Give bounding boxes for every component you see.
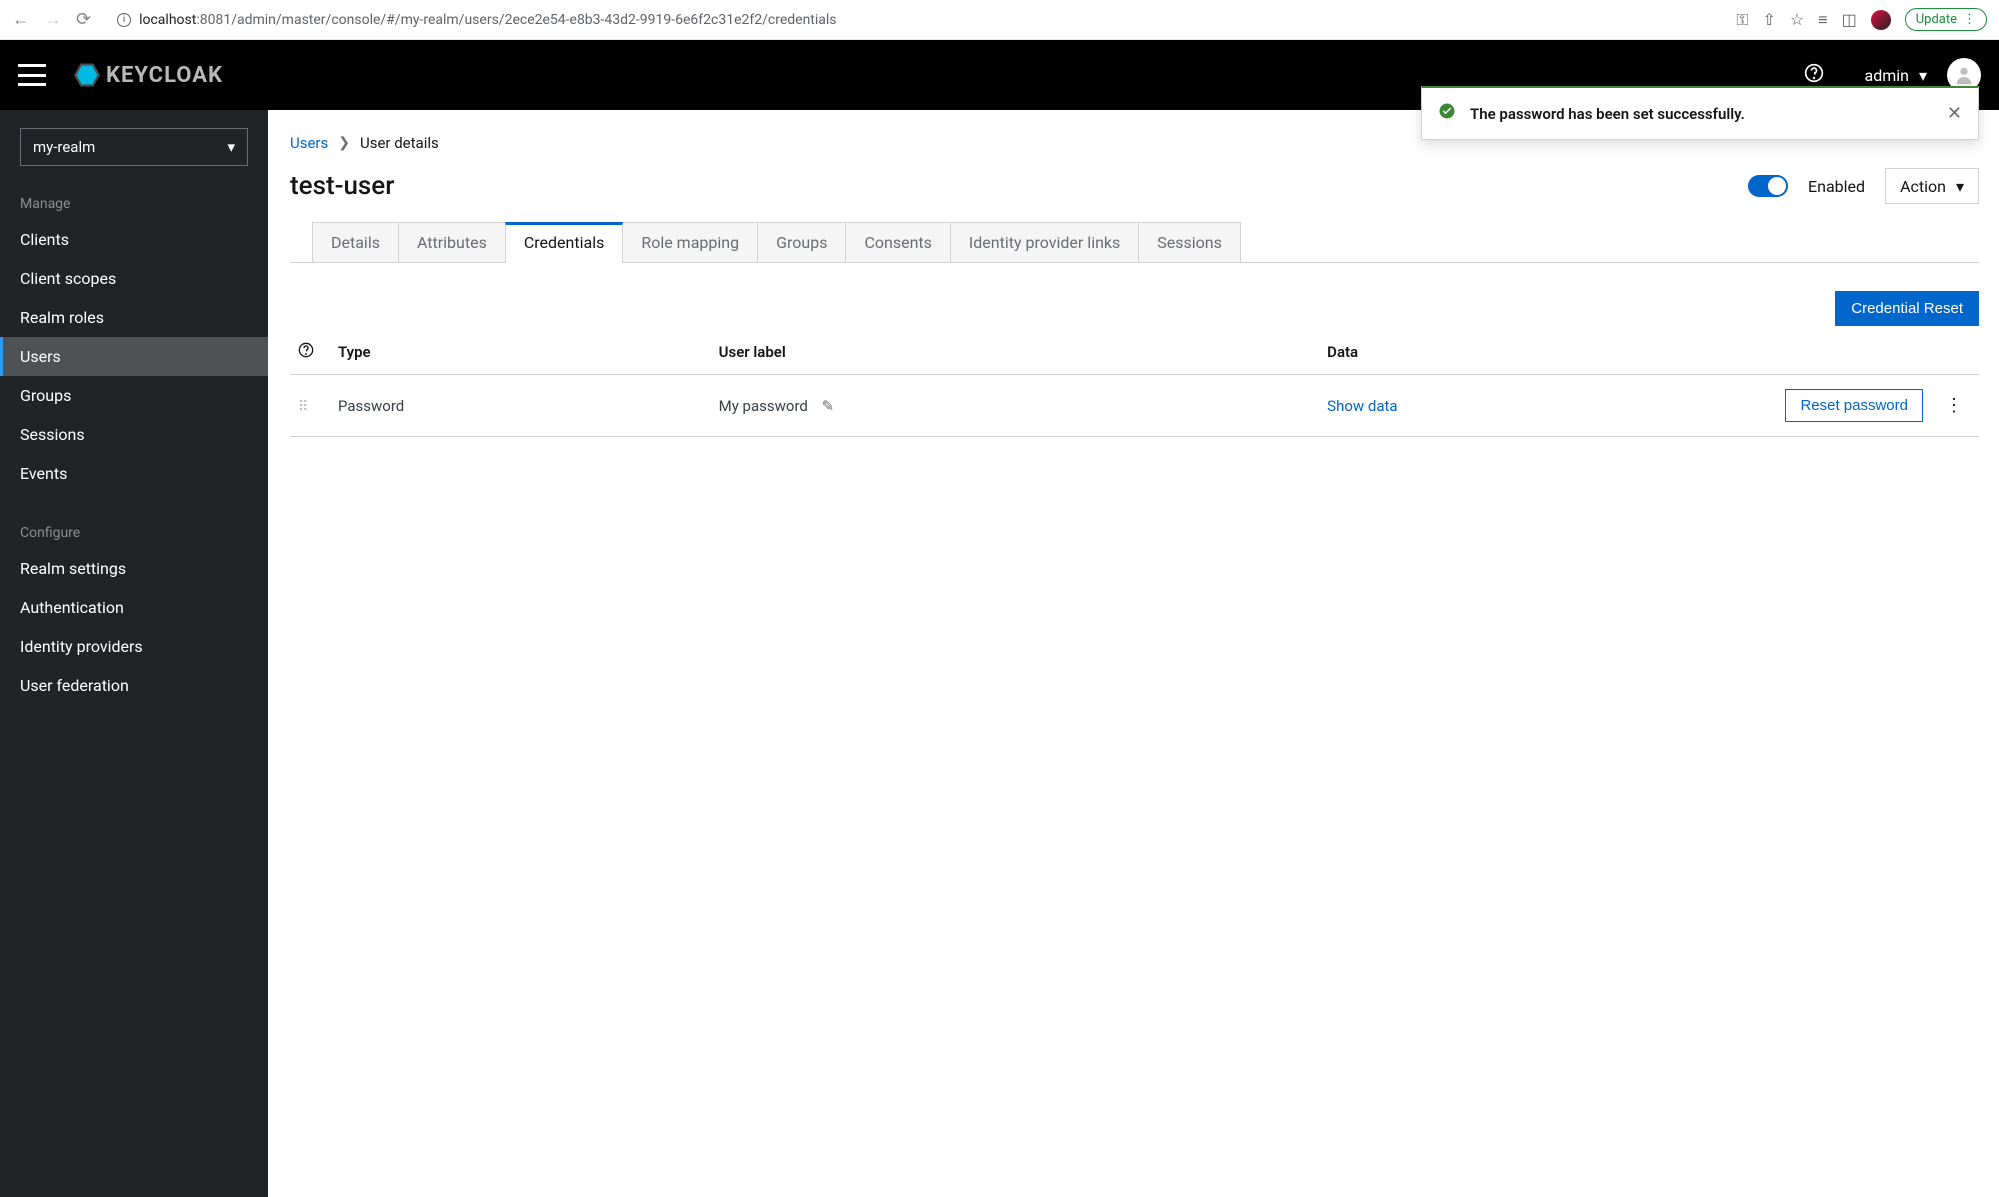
panel-icon[interactable]: ◫ [1842,10,1857,29]
realm-selector[interactable]: my-realm ▾ [20,128,248,166]
sidebar-item-realm-roles[interactable]: Realm roles [0,298,268,337]
sidebar-item-sessions[interactable]: Sessions [0,415,268,454]
main-content: Users ❯ User details test-user Enabled A… [268,110,1999,1197]
share-icon[interactable]: ⇧ [1763,10,1776,29]
reload-button[interactable]: ⟳ [76,9,91,30]
sidebar-item-users[interactable]: Users [0,337,268,376]
kebab-menu[interactable]: ⋮ [1937,395,1971,416]
breadcrumb-current: User details [360,134,439,152]
sidebar-item-identity-providers[interactable]: Identity providers [0,627,268,666]
toast-message: The password has been set successfully. [1470,105,1933,123]
user-name: admin [1864,66,1908,85]
sidebar-item-groups[interactable]: Groups [0,376,268,415]
update-label: Update [1916,12,1957,27]
forward-button[interactable]: → [44,9,62,30]
browser-toolbar: ← → ⟳ i localhost:8081/admin/master/cons… [0,0,1999,40]
breadcrumb-users[interactable]: Users [290,134,328,152]
tabs: DetailsAttributesCredentialsRole mapping… [290,222,1979,263]
credentials-table: Type User label Data ⠿ PasswordMy passwor… [290,332,1979,437]
sidebar: my-realm ▾ Manage ClientsClient scopesRe… [0,110,268,1197]
help-icon[interactable] [1804,63,1824,88]
update-button[interactable]: Update ⋮ [1905,8,1987,31]
tab-consents[interactable]: Consents [845,222,950,262]
more-icon: ⋮ [1963,12,1976,27]
help-icon[interactable] [298,344,314,362]
cell-type: Password [330,375,711,437]
realm-name: my-realm [33,138,95,156]
tab-attributes[interactable]: Attributes [398,222,506,262]
success-toast: The password has been set successfully. … [1421,86,1979,140]
sidebar-item-client-scopes[interactable]: Client scopes [0,259,268,298]
user-menu[interactable]: admin ▾ [1864,66,1927,85]
col-data: Data [1319,332,1719,375]
browser-actions: ⚿ ⇧ ☆ ≡ ◫ Update ⋮ [1736,8,1987,31]
url-path: :8081/admin/master/console/#/my-realm/us… [196,12,836,28]
table-row: ⠿ PasswordMy password ✎ Show data Reset pas… [290,375,1979,437]
show-data-link[interactable]: Show data [1327,397,1397,415]
profile-avatar[interactable] [1871,10,1891,30]
caret-down-icon: ▾ [1956,177,1964,196]
sidebar-item-authentication[interactable]: Authentication [0,588,268,627]
key-icon[interactable]: ⚿ [1736,10,1748,30]
action-label: Action [1900,177,1946,196]
page-title: test-user [290,171,1728,201]
sidebar-item-events[interactable]: Events [0,454,268,493]
nav-toggle[interactable] [18,64,46,86]
sidebar-item-clients[interactable]: Clients [0,220,268,259]
caret-down-icon: ▾ [227,138,235,156]
playlist-icon[interactable]: ≡ [1818,10,1827,30]
sidebar-item-realm-settings[interactable]: Realm settings [0,549,268,588]
caret-down-icon: ▾ [1919,66,1927,85]
check-circle-icon [1438,102,1456,125]
url-host: localhost [139,12,196,28]
tab-groups[interactable]: Groups [757,222,846,262]
col-type: Type [330,332,711,375]
address-bar[interactable]: i localhost:8081/admin/master/console/#/… [105,6,1722,34]
brand-logo[interactable]: KEYCLOAK [74,62,223,88]
keycloak-icon [74,62,100,88]
section-manage: Manage [0,186,268,220]
tab-credentials[interactable]: Credentials [505,222,624,262]
sidebar-item-user-federation[interactable]: User federation [0,666,268,705]
star-icon[interactable]: ☆ [1790,10,1804,29]
toast-close[interactable]: ✕ [1947,103,1962,124]
tab-sessions[interactable]: Sessions [1138,222,1241,262]
cell-user-label: My password ✎ [711,375,1320,437]
action-dropdown[interactable]: Action ▾ [1885,168,1979,204]
edit-icon[interactable]: ✎ [822,397,835,415]
col-user-label: User label [711,332,1320,375]
credential-reset-button[interactable]: Credential Reset [1835,291,1979,326]
brand-text: KEYCLOAK [106,63,223,88]
tab-details[interactable]: Details [312,222,399,262]
tab-role-mapping[interactable]: Role mapping [622,222,758,262]
reset-password-button[interactable]: Reset password [1785,389,1923,422]
section-configure: Configure [0,515,268,549]
chevron-right-icon: ❯ [338,135,350,151]
enabled-toggle[interactable] [1748,175,1788,197]
enabled-label: Enabled [1808,177,1865,196]
tab-identity-provider-links[interactable]: Identity provider links [950,222,1139,262]
drag-handle-icon[interactable]: ⠿ [298,399,306,415]
info-icon: i [117,13,131,27]
back-button[interactable]: ← [12,9,30,30]
